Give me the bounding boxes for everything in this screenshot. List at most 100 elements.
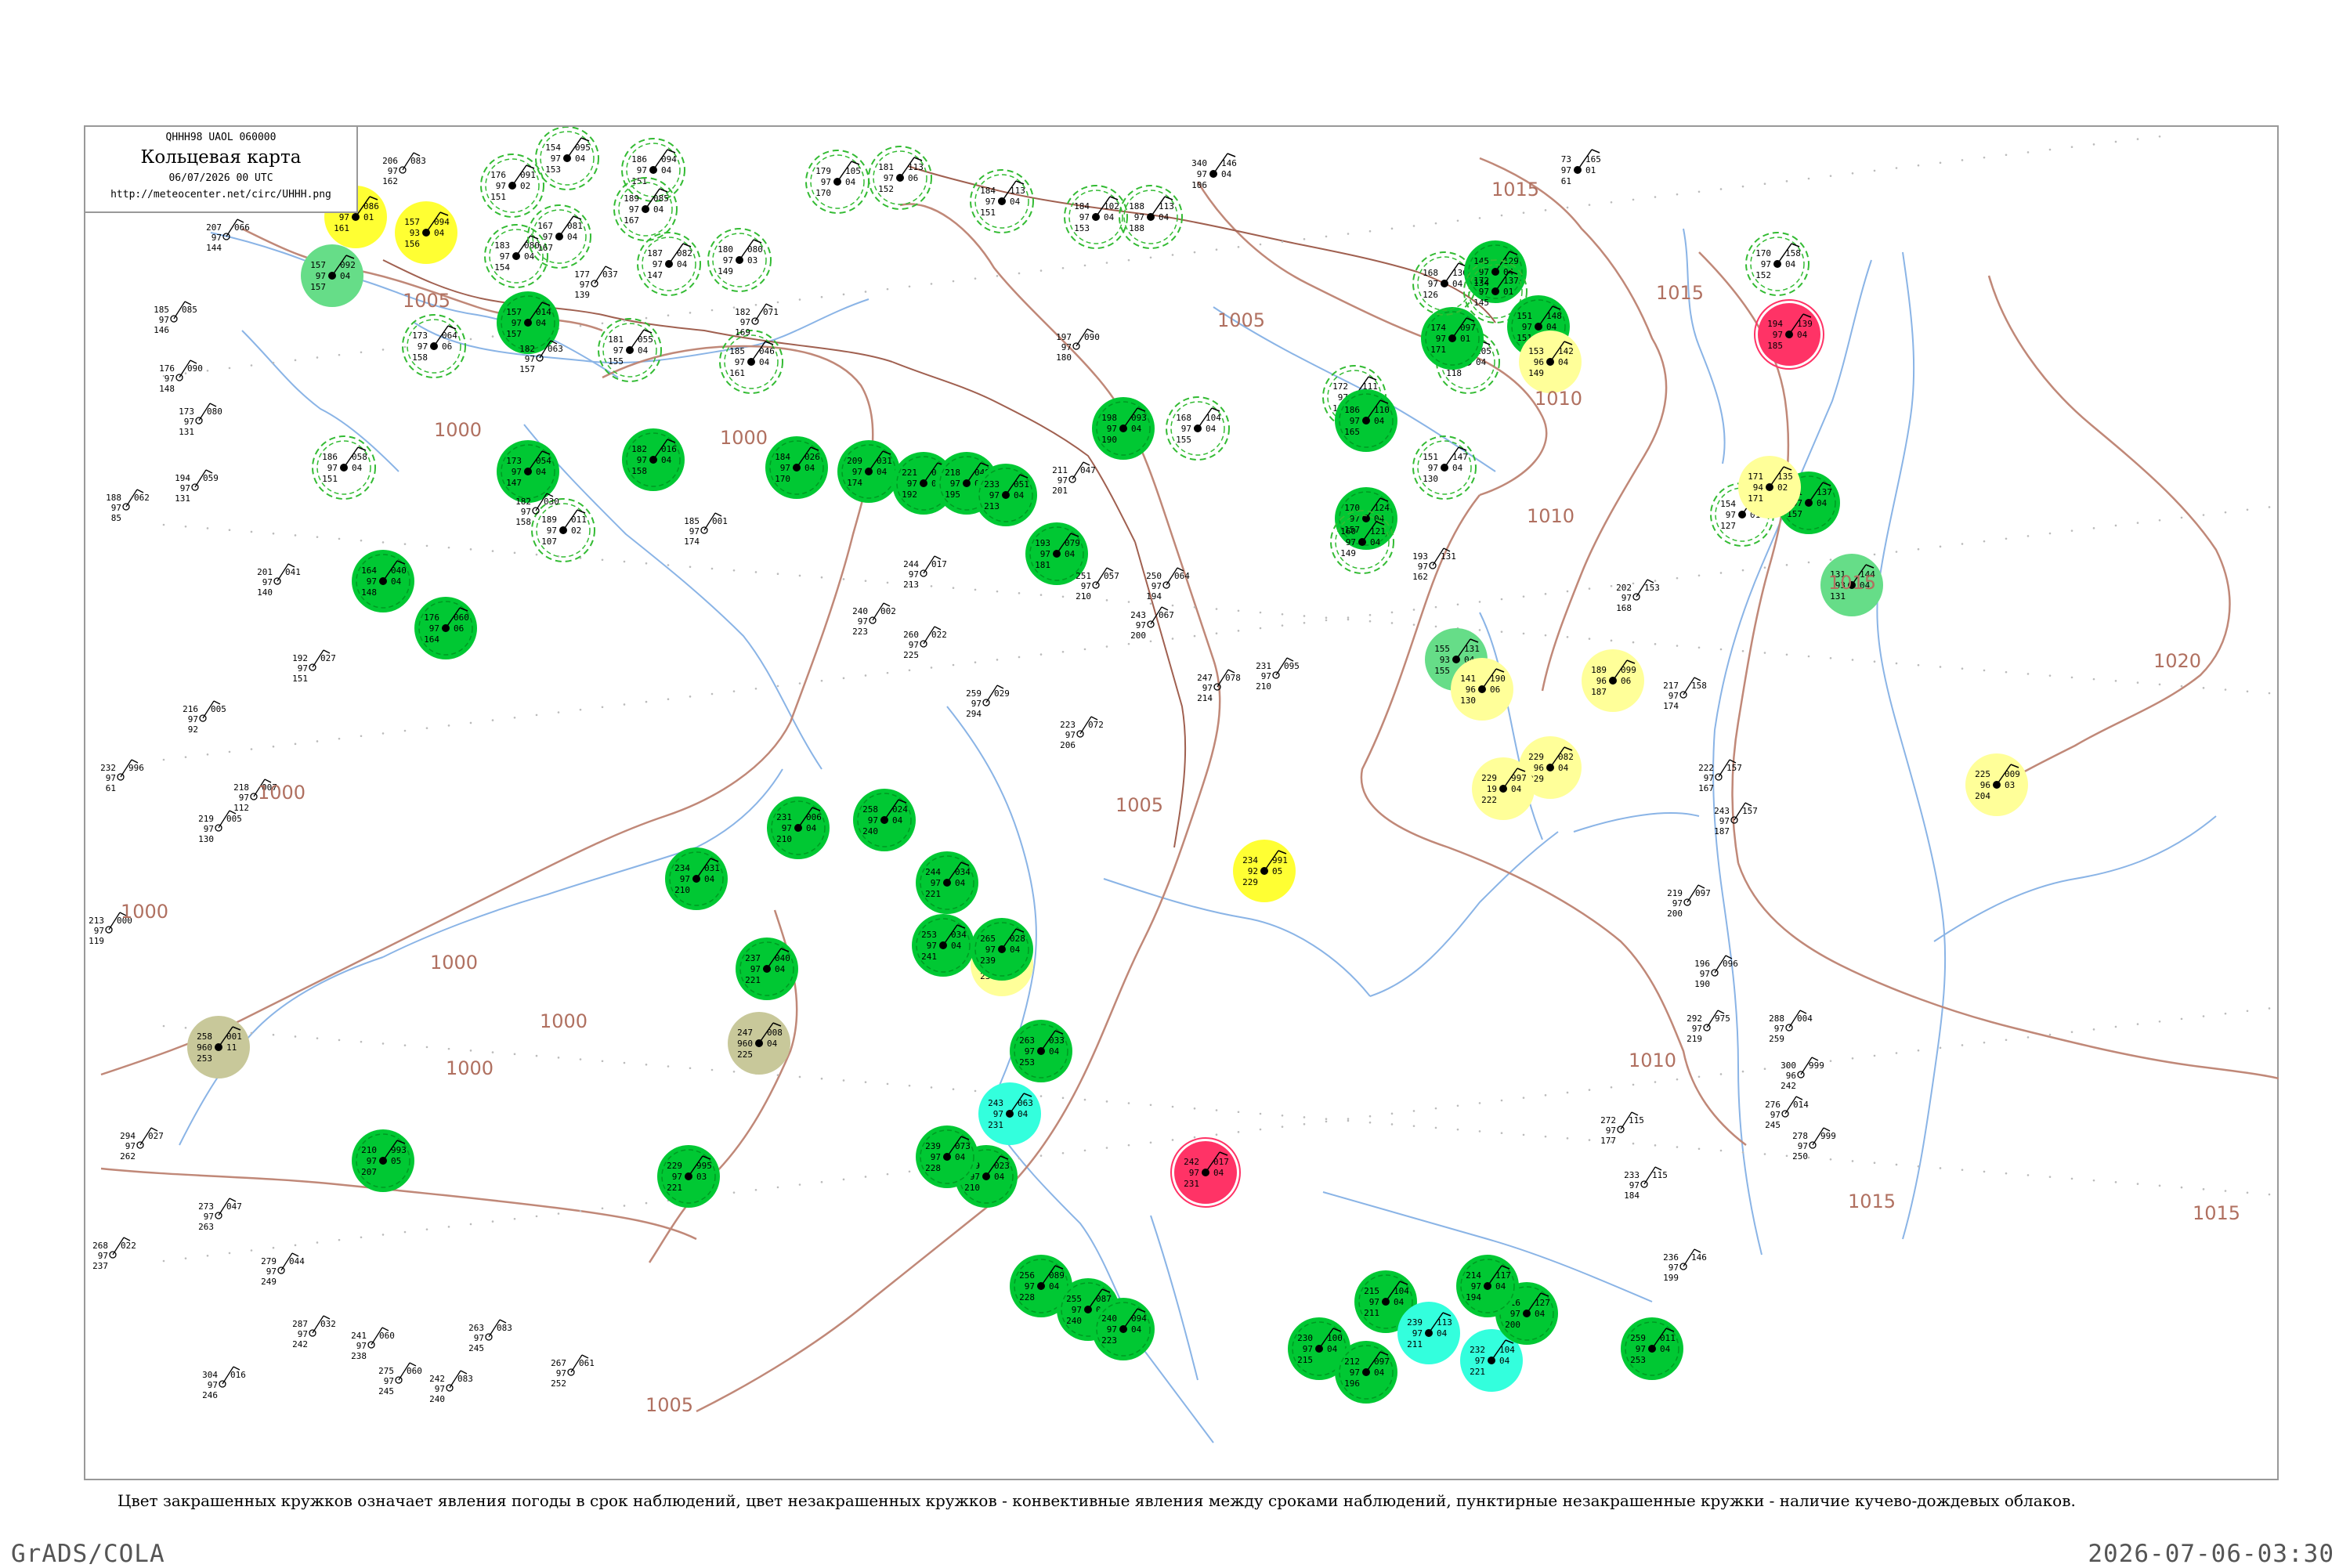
station-marker[interactable]: 168 104 97 04 155: [1166, 396, 1230, 461]
station-marker[interactable]: 167 08197 04167: [527, 204, 591, 269]
station-marker[interactable]: 173 054 97 04 147: [497, 440, 559, 503]
station-marker[interactable]: 217 158 97174: [1663, 677, 1707, 711]
station-marker[interactable]: 244 017 97213: [903, 555, 947, 590]
station-marker[interactable]: 216 005 9792: [183, 700, 226, 735]
station-marker[interactable]: 267 061 97252: [551, 1354, 595, 1389]
station-marker[interactable]: 263 033 97 04 253: [1010, 1020, 1072, 1082]
map-url[interactable]: http://meteocenter.net/circ/UHHH.png: [85, 189, 356, 201]
map-canvas[interactable]: 1610869701161157094930415615709297041571…: [85, 127, 2279, 1480]
station-marker[interactable]: 300 999 96242: [1781, 1057, 1824, 1091]
station-marker[interactable]: 194 059 97131: [175, 469, 219, 504]
station-marker[interactable]: 202 153 97168: [1616, 579, 1660, 613]
station-marker[interactable]: 164 040 97 04 148: [352, 550, 414, 612]
station-marker[interactable]: 192 027 97151: [292, 649, 336, 684]
station-marker[interactable]: 186 110 97 04 165: [1335, 389, 1397, 452]
station-marker[interactable]: 259 011 97 04 253: [1621, 1317, 1683, 1380]
station-marker[interactable]: 176 060 97 06 164: [414, 597, 477, 659]
station-marker[interactable]: 186 09497 04151: [621, 138, 685, 202]
station-marker[interactable]: 233 051 97 04 213: [974, 464, 1037, 526]
station-marker[interactable]: 219 097 97200: [1667, 884, 1711, 919]
station-marker[interactable]: 258 001 960 11 253: [187, 1016, 250, 1078]
station-marker[interactable]: 154 095 97 04 153: [535, 127, 599, 190]
station-marker[interactable]: 157 094 93 04 156: [395, 201, 457, 264]
station-marker[interactable]: 279 044 97249: [261, 1252, 305, 1287]
station-marker[interactable]: 292 975 97219: [1687, 1010, 1730, 1044]
station-marker[interactable]: 236 146 97199: [1663, 1248, 1707, 1283]
station-marker[interactable]: 201 041 97140: [257, 563, 301, 598]
station-marker[interactable]: 287 032 97242: [292, 1315, 336, 1349]
station-marker[interactable]: 189 011 97 02 107: [531, 498, 595, 562]
station-marker[interactable]: 241 060 97238: [351, 1327, 395, 1361]
station-marker[interactable]: 185 001 97174: [684, 512, 728, 547]
station-marker[interactable]: 181 055 97 04 155: [598, 318, 662, 382]
station-marker[interactable]: 304 016 97246: [202, 1366, 246, 1400]
station-marker[interactable]: 239 073 97 04 228: [916, 1125, 978, 1188]
station-marker[interactable]: 259 029 97294: [966, 685, 1010, 719]
station-marker[interactable]: 253 034 97 04 241: [912, 914, 974, 977]
station-marker[interactable]: 243 157 97187: [1714, 802, 1758, 836]
station-marker[interactable]: 171 135 94 02 171: [1738, 456, 1801, 518]
station-marker[interactable]: 214 117 97 04 194: [1456, 1255, 1519, 1317]
station-marker[interactable]: 229 995 97 03 221: [657, 1145, 720, 1208]
station-marker[interactable]: 188 062 9785: [106, 489, 150, 523]
station-marker[interactable]: 251 057 97210: [1076, 567, 1119, 602]
station-marker[interactable]: 243 063 97 04 231: [978, 1082, 1041, 1145]
station-marker[interactable]: 242 083 97240: [429, 1370, 473, 1404]
station-marker[interactable]: 157 092 97 04 157: [301, 244, 363, 307]
station-marker[interactable]: 234 991 92 05 229: [1233, 840, 1296, 902]
station-marker[interactable]: 179 105 97 04 170: [805, 150, 870, 214]
station-marker[interactable]: 182 016 97 04 158: [622, 428, 685, 491]
station-marker[interactable]: 244 034 97 04 221: [916, 851, 978, 914]
station-marker[interactable]: 188 113 97 04 188: [1119, 185, 1183, 249]
station-marker[interactable]: 180 080 97 03 149: [707, 228, 772, 292]
station-marker[interactable]: 278 999 97250: [1792, 1127, 1836, 1162]
station-marker[interactable]: 185 085 97146: [154, 301, 197, 335]
station-marker[interactable]: 240 002 97223: [852, 602, 896, 637]
station-marker[interactable]: 186 058 97 04 151: [312, 435, 376, 500]
station-marker[interactable]: 263 083 97245: [468, 1319, 512, 1353]
station-marker[interactable]: 151 147 97 04 130: [1412, 435, 1477, 500]
station-marker[interactable]: 258 024 97 04 240: [853, 789, 916, 851]
station-marker[interactable]: 189 099 96 06 187: [1582, 649, 1644, 712]
station-marker[interactable]: 231 006 97 04 210: [767, 797, 830, 859]
station-marker[interactable]: 187 082 97 04 147: [637, 232, 701, 296]
station-marker[interactable]: 73 165 97 01 61: [1561, 149, 1601, 186]
station-marker[interactable]: 177 037 97139: [574, 266, 618, 300]
station-marker[interactable]: 176 091 97 02 151: [480, 154, 544, 218]
station-marker[interactable]: 212 097 97 04 196: [1335, 1341, 1397, 1404]
station-marker[interactable]: 288 004 97259: [1769, 1010, 1813, 1044]
station-marker[interactable]: 173 080 97131: [179, 403, 222, 437]
station-marker[interactable]: 181 113 97 06 152: [868, 146, 932, 210]
station-marker[interactable]: 243 067 97200: [1130, 606, 1174, 641]
station-marker[interactable]: 153 142 96 04 149: [1519, 331, 1582, 393]
station-marker[interactable]: 276 014 97245: [1765, 1096, 1809, 1130]
station-marker[interactable]: 265 028 97 04 239: [971, 918, 1033, 981]
station-marker[interactable]: 170 12497 04157: [1335, 487, 1397, 550]
station-marker[interactable]: 268 022 97237: [92, 1237, 136, 1271]
station-marker[interactable]: 141 190 96 06 130: [1451, 658, 1513, 721]
station-marker[interactable]: 237 040 97 04 221: [736, 938, 798, 1000]
station-marker[interactable]: 176 090 97148: [159, 359, 203, 394]
station-marker[interactable]: 206 083 97162: [382, 152, 426, 186]
station-marker[interactable]: 184 102 97 04 153: [1064, 185, 1128, 249]
station-marker[interactable]: 232 996 9761: [100, 759, 144, 793]
station-marker[interactable]: 275 060 97245: [378, 1362, 422, 1396]
station-marker[interactable]: 222 157 97167: [1698, 759, 1742, 793]
station-marker[interactable]: 174 097 97 01 171: [1421, 307, 1484, 370]
station-marker[interactable]: 272 115 97177: [1600, 1111, 1644, 1146]
station-marker[interactable]: 231 095 97210: [1256, 657, 1300, 692]
station-marker[interactable]: 247 008 960 04 225: [728, 1012, 790, 1075]
station-marker[interactable]: 234 031 97 04 210: [665, 847, 728, 910]
station-marker[interactable]: 260 022 97225: [903, 626, 947, 660]
station-marker[interactable]: 225 009 96 03 204: [1965, 753, 2028, 816]
station-marker[interactable]: 189 085 97 04 167: [613, 177, 678, 241]
station-marker[interactable]: 294 027 97262: [120, 1127, 164, 1162]
station-marker[interactable]: 250 064 97194: [1146, 567, 1190, 602]
station-marker[interactable]: 242 017 97 04 231: [1170, 1137, 1241, 1208]
station-marker[interactable]: 223 072 97206: [1060, 716, 1104, 750]
station-marker[interactable]: 198 093 97 04 190: [1092, 397, 1155, 460]
station-marker[interactable]: 194 139 97 04 185: [1754, 299, 1824, 370]
station-marker[interactable]: 340 146 97 04 106: [1191, 153, 1237, 190]
station-marker[interactable]: 219 005 97130: [198, 810, 242, 844]
station-marker[interactable]: 184 026 97 04 170: [765, 436, 828, 499]
